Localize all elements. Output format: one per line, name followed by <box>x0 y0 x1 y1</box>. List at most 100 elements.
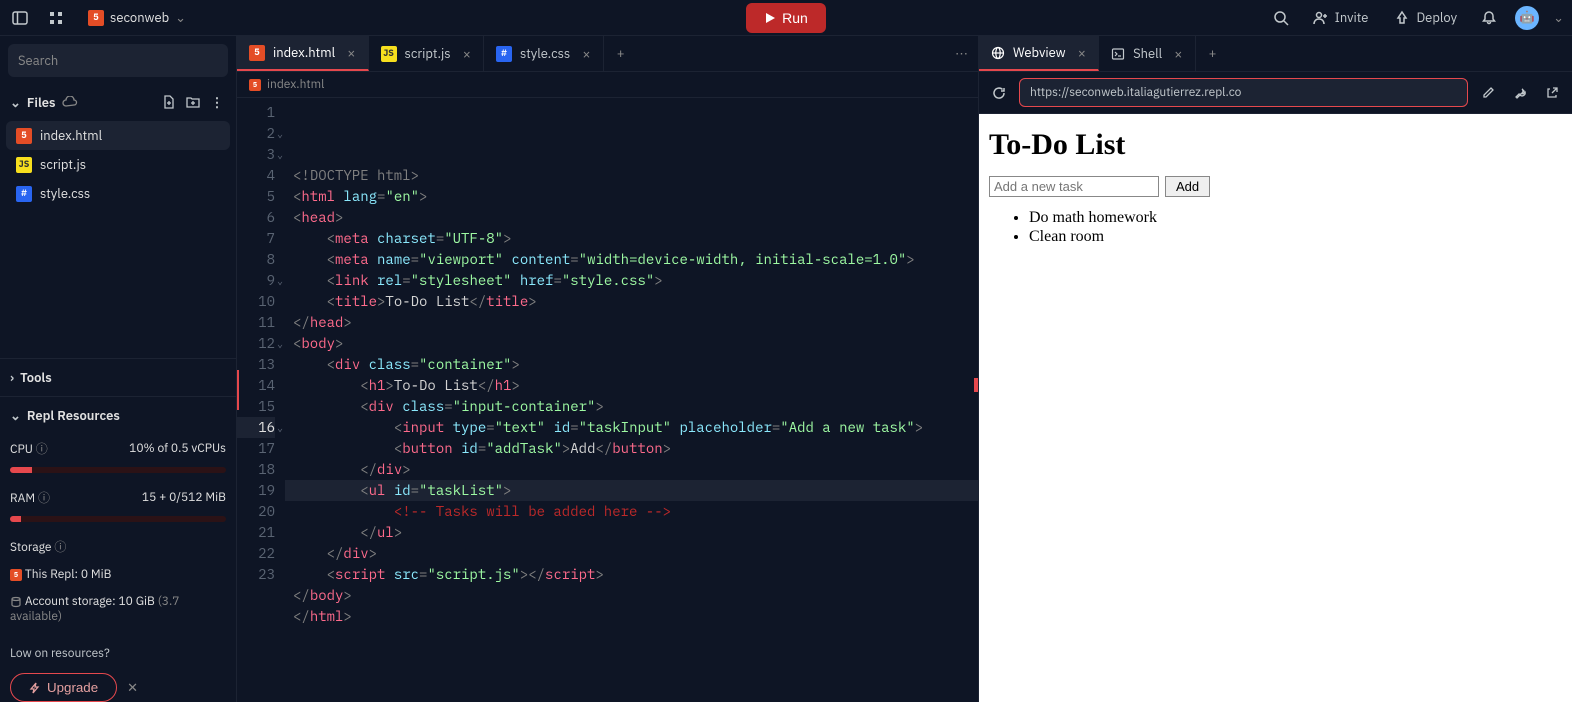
invite-button[interactable]: Invite <box>1307 5 1375 30</box>
avatar[interactable]: 🤖 <box>1515 6 1539 30</box>
notifications-icon[interactable] <box>1477 6 1501 30</box>
cpu-value: 10% of 0.5 vCPUs <box>129 441 226 456</box>
devtools-icon[interactable] <box>1508 81 1532 105</box>
search-icon[interactable] <box>1269 6 1293 30</box>
search-input[interactable]: Search <box>8 44 228 77</box>
html-icon: 5 <box>249 45 265 61</box>
database-icon <box>10 594 25 609</box>
tab-label: style.css <box>520 45 570 62</box>
tools-label: Tools <box>20 369 52 386</box>
close-icon[interactable]: × <box>463 45 471 63</box>
chevron-down-icon: ⌄ <box>175 9 186 26</box>
js-icon: JS <box>16 157 32 173</box>
code[interactable]: <!DOCTYPE html><html lang="en"><head> <m… <box>285 98 978 702</box>
cloud-icon <box>62 96 78 108</box>
sidebar-toggle-icon[interactable] <box>8 6 32 30</box>
chevron-down-icon[interactable]: ⌄ <box>1553 9 1564 26</box>
breadcrumb[interactable]: 5 index.html <box>237 72 978 98</box>
upgrade-button[interactable]: Upgrade <box>10 673 117 702</box>
scrollbar-marker <box>974 378 978 392</box>
run-button[interactable]: Run <box>746 3 826 33</box>
file-item-index-html[interactable]: 5 index.html <box>6 121 230 150</box>
tab-webview[interactable]: Webview × <box>979 36 1099 71</box>
add-tab-button[interactable]: + <box>604 45 638 62</box>
js-icon: JS <box>381 46 397 62</box>
info-icon[interactable]: ⓘ <box>54 540 66 555</box>
editor-pane: 5index.html×JSscript.js×#style.css×+⋯ 5 … <box>237 36 978 702</box>
html-icon: 5 <box>16 128 32 144</box>
more-icon[interactable]: ⋮ <box>208 93 226 111</box>
list-item: Clean room <box>1029 228 1562 246</box>
bolt-icon <box>29 682 41 694</box>
task-list: Do math homeworkClean room <box>989 209 1562 246</box>
tab-script-js[interactable]: JSscript.js× <box>369 36 484 71</box>
ram-value: 15 + 0/512 MiB <box>142 490 226 505</box>
chevron-down-icon: ⌄ <box>10 407 21 424</box>
deploy-icon <box>1394 10 1410 26</box>
tab-more-icon[interactable]: ⋯ <box>945 45 978 62</box>
close-icon[interactable]: × <box>582 45 590 63</box>
tab-style-css[interactable]: # style.css × <box>484 36 604 71</box>
html-icon: 5 <box>10 569 22 581</box>
apps-icon[interactable] <box>44 6 68 30</box>
new-folder-icon[interactable] <box>184 93 202 111</box>
chevron-right-icon: › <box>10 369 14 386</box>
tab-index-html[interactable]: 5index.html× <box>237 36 369 71</box>
invite-icon <box>1313 10 1329 26</box>
gutter: 12⌄3⌄456789⌄101112⌄13141516⌄171819202122… <box>237 98 285 702</box>
html-icon: 5 <box>249 79 261 91</box>
file-list: 5 index.html JS script.js #style.css <box>0 119 236 210</box>
resources-header[interactable]: ⌄ Repl Resources <box>0 396 236 434</box>
open-new-tab-icon[interactable] <box>1540 81 1564 105</box>
file-item-script-js[interactable]: JS script.js <box>6 150 230 179</box>
file-name-label: index.html <box>40 127 102 144</box>
files-label: Files <box>27 94 56 111</box>
add-tab-button[interactable]: + <box>1196 45 1230 62</box>
main: Search ⌄ Files ⋮ 5 index.html JS script.js #… <box>0 36 1572 702</box>
file-item-style-css[interactable]: #style.css <box>6 179 230 208</box>
tab-label: Shell <box>1133 45 1162 62</box>
ram-label: RAM <box>10 491 35 506</box>
tools-header[interactable]: › Tools <box>0 358 236 396</box>
project-name-label: seconweb <box>110 9 169 26</box>
new-file-icon[interactable] <box>160 93 178 111</box>
invite-label: Invite <box>1335 9 1369 26</box>
close-icon[interactable]: × <box>1078 44 1086 62</box>
edit-icon[interactable] <box>1476 81 1500 105</box>
files-header[interactable]: ⌄ Files ⋮ <box>0 85 236 119</box>
tab-shell[interactable]: Shell × <box>1099 36 1196 71</box>
deploy-button[interactable]: Deploy <box>1388 5 1463 30</box>
reload-icon[interactable] <box>987 81 1011 105</box>
shell-icon <box>1111 47 1125 61</box>
play-icon <box>764 12 776 24</box>
storage-label: Storage <box>10 540 51 555</box>
task-input[interactable] <box>989 176 1159 197</box>
info-icon[interactable]: ⓘ <box>36 442 48 457</box>
breadcrumb-label: index.html <box>267 77 324 92</box>
add-button[interactable]: Add <box>1165 176 1210 197</box>
info-icon[interactable]: ⓘ <box>38 491 50 506</box>
css-icon: # <box>496 46 512 62</box>
tab-label: Webview <box>1013 44 1066 61</box>
page-title: To-Do List <box>989 128 1562 162</box>
close-icon[interactable]: ✕ <box>127 679 138 696</box>
resources-label: Repl Resources <box>27 407 120 424</box>
file-name-label: style.css <box>40 185 90 202</box>
url-input[interactable]: https://seconweb.italiagutierrez.repl.co <box>1019 78 1468 107</box>
cpu-bar <box>10 467 226 473</box>
storage-account-label: Account storage: 10 GiB <box>25 594 155 609</box>
resources: CPU ⓘ 10% of 0.5 vCPUs RAM ⓘ 15 + 0/512 … <box>0 434 236 640</box>
upgrade-label: Upgrade <box>47 680 98 695</box>
run-label: Run <box>782 10 808 26</box>
file-name-label: script.js <box>40 156 86 173</box>
project-name[interactable]: 5 seconweb ⌄ <box>80 5 194 30</box>
ram-bar <box>10 516 226 522</box>
list-item: Do math homework <box>1029 209 1562 227</box>
deploy-label: Deploy <box>1416 9 1457 26</box>
sidebar: Search ⌄ Files ⋮ 5 index.html JS script.js #… <box>0 36 237 702</box>
webview-urlbar: https://seconweb.italiagutierrez.repl.co <box>979 72 1572 114</box>
close-icon[interactable]: × <box>347 44 355 62</box>
close-icon[interactable]: × <box>1174 45 1182 63</box>
topbar: 5 seconweb ⌄ Run Invite Deploy 🤖 ⌄ <box>0 0 1572 36</box>
code-editor[interactable]: 12⌄3⌄456789⌄101112⌄13141516⌄171819202122… <box>237 98 978 702</box>
